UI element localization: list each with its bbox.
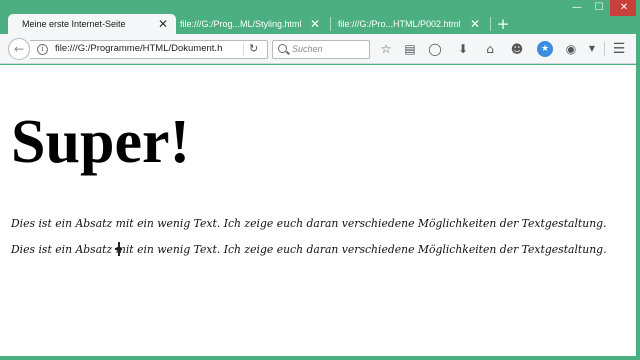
tab-active[interactable]: Meine erste Internet-Seite ✕	[8, 14, 176, 34]
close-tab-icon[interactable]: ✕	[158, 17, 168, 31]
tab-styling[interactable]: file:///G:/Prog...ML/Styling.html ✕	[172, 14, 328, 34]
navigation-bar: ← i file:///G:/Programme/HTML/Dokument.h…	[0, 34, 636, 64]
toolbar-divider	[604, 42, 605, 56]
url-divider	[243, 43, 244, 56]
home-icon[interactable]: ⌂	[482, 41, 498, 57]
search-placeholder: Suchen	[292, 44, 323, 54]
download-icon[interactable]: ⬇	[455, 41, 471, 57]
reader-list-icon[interactable]: ▤	[402, 41, 418, 57]
url-bar[interactable]: i file:///G:/Programme/HTML/Dokument.h ↻	[30, 40, 268, 59]
close-tab-icon[interactable]: ✕	[470, 17, 480, 31]
sync-icon[interactable]: ★	[537, 41, 553, 57]
title-bar: Meine erste Internet-Seite ✕ file:///G:/…	[0, 0, 640, 34]
reload-icon[interactable]: ↻	[249, 42, 258, 55]
new-tab-button[interactable]: +	[494, 14, 512, 34]
bookmark-star-icon[interactable]: ☆	[378, 41, 394, 57]
pocket-icon[interactable]: ◯	[427, 41, 443, 57]
maximize-button[interactable]: ☐	[588, 0, 610, 16]
menu-arrow-icon[interactable]: ▼	[584, 41, 600, 57]
tab-label: Meine erste Internet-Seite	[22, 19, 126, 29]
search-icon	[278, 44, 287, 53]
paragraph: Dies ist ein Absatz mit ein wenig Text. …	[11, 243, 607, 256]
page-heading: Super!	[11, 108, 191, 176]
close-tab-icon[interactable]: ✕	[310, 17, 320, 31]
text-cursor-icon	[114, 242, 124, 256]
hamburger-menu-icon[interactable]: ☰	[611, 41, 627, 57]
paragraph: Dies ist ein Absatz mit ein wenig Text. …	[11, 217, 607, 230]
tab-p002[interactable]: file:///G:/Pro...HTML/P002.html ✕	[330, 14, 488, 34]
tab-label: file:///G:/Pro...HTML/P002.html	[338, 19, 461, 29]
minimize-button[interactable]: —	[566, 0, 588, 16]
search-input[interactable]: Suchen	[272, 40, 370, 59]
extension-icon[interactable]: ◉	[563, 41, 579, 57]
window-border	[636, 0, 640, 360]
close-window-button[interactable]: ✕	[610, 0, 638, 16]
back-icon[interactable]: ←	[8, 38, 30, 60]
page-content: Super! Dies ist ein Absatz mit ein wenig…	[0, 65, 636, 358]
smiley-icon[interactable]: ☻	[509, 41, 525, 57]
tab-label: file:///G:/Prog...ML/Styling.html	[180, 19, 302, 29]
url-text[interactable]: file:///G:/Programme/HTML/Dokument.h	[55, 43, 222, 54]
tab-separator	[490, 17, 491, 31]
info-icon[interactable]: i	[37, 44, 48, 55]
